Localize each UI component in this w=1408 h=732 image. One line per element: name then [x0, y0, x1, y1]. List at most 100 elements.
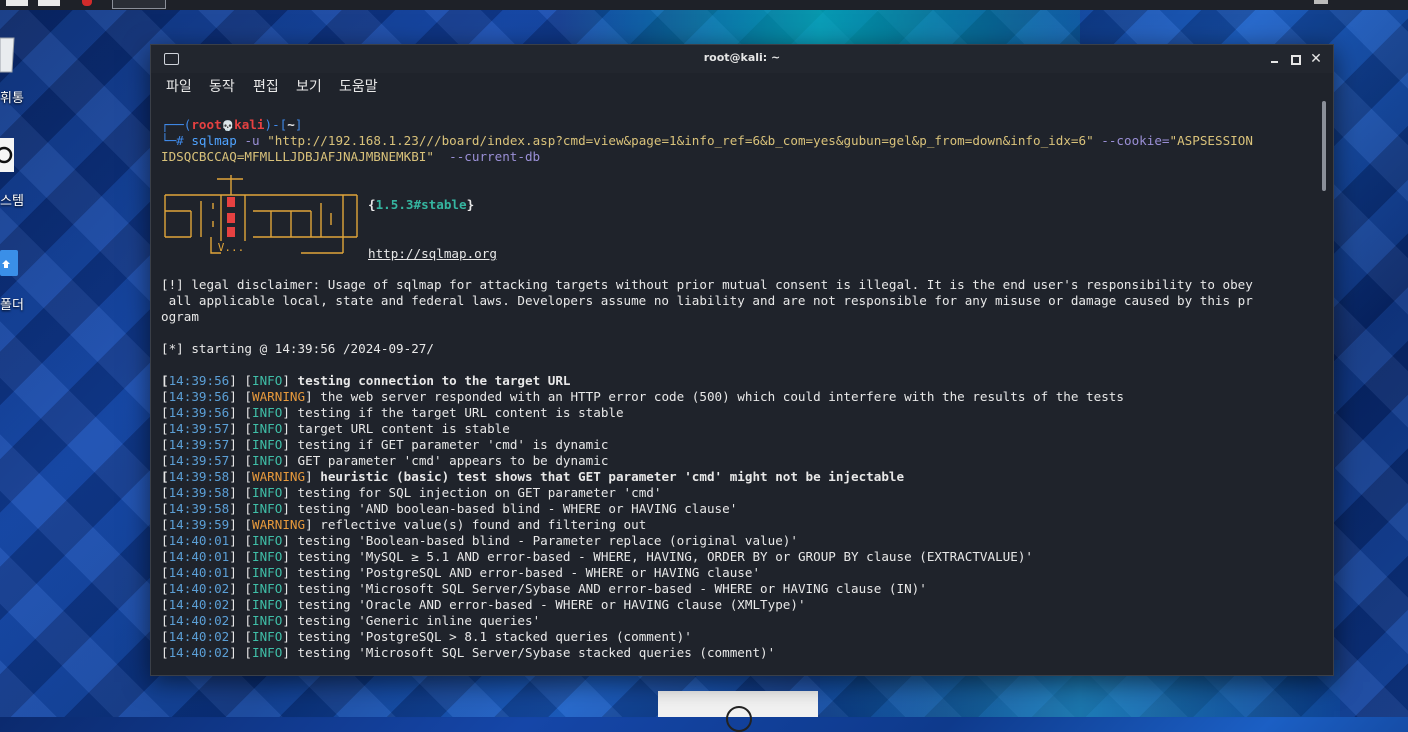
log-timestamp: 14:39:56 [168, 405, 230, 420]
panel-app-icon[interactable] [38, 0, 60, 6]
command-program: sqlmap [191, 133, 237, 148]
disclaimer-line: ogram [161, 309, 199, 324]
sqlmap-version: 1.5.3#stable [375, 197, 467, 212]
top-panel [0, 0, 1408, 10]
log-timestamp: 14:39:59 [168, 517, 230, 532]
log-timestamp: 14:39:57 [168, 421, 230, 436]
log-message: testing connection to the target URL [297, 373, 571, 388]
log-timestamp: 14:40:02 [168, 581, 230, 596]
menu-action[interactable]: 동작 [209, 76, 235, 96]
log-level: WARNING [252, 517, 306, 532]
log-message: testing 'Microsoft SQL Server/Sybase sta… [297, 645, 776, 660]
menu-help[interactable]: 도움말 [339, 76, 378, 96]
log-line: [14:39:57] [INFO] testing if GET paramet… [161, 437, 609, 452]
command-option: -u [244, 133, 260, 148]
log-message: testing 'Oracle AND error-based - WHERE … [297, 597, 806, 612]
log-line: [14:39:56] [WARNING] the web server resp… [161, 389, 1124, 404]
log-timestamp: 14:40:02 [168, 613, 230, 628]
log-timestamp: 14:39:58 [168, 501, 230, 516]
log-level: INFO [252, 565, 283, 580]
panel-active-task[interactable] [112, 0, 166, 9]
log-line: [14:40:02] [INFO] testing 'Microsoft SQL… [161, 645, 776, 660]
log-level: INFO [252, 501, 283, 516]
log-message: testing 'PostgreSQL > 8.1 stacked querie… [297, 629, 692, 644]
window-title: root@kali: ~ [703, 51, 781, 64]
menu-edit[interactable]: 편집 [253, 76, 279, 96]
log-timestamp: 14:39:56 [168, 373, 230, 388]
log-message: testing 'AND boolean-based blind - WHERE… [297, 501, 738, 516]
maximize-button[interactable] [1287, 51, 1303, 67]
desktop-icon-label: 스템 [0, 194, 24, 209]
log-message: testing if the target URL content is sta… [297, 405, 624, 420]
menu-file[interactable]: 파일 [166, 76, 192, 96]
log-timestamp: 14:40:02 [168, 629, 230, 644]
command-url: "http://192.168.1.23///board/index.asp?c… [267, 133, 1094, 148]
log-line: [14:39:59] [WARNING] reflective value(s)… [161, 517, 647, 532]
log-level: INFO [252, 421, 283, 436]
log-message: testing 'MySQL ≥ 5.1 AND error-based - W… [297, 549, 1033, 564]
log-line: [14:39:56] [INFO] testing connection to … [161, 373, 571, 388]
panel-menu-icon[interactable] [6, 0, 28, 6]
bottom-popup[interactable] [658, 691, 818, 732]
log-message: testing 'Boolean-based blind - Parameter… [297, 533, 798, 548]
log-level: INFO [252, 437, 283, 452]
log-message: testing 'Generic inline queries' [297, 613, 541, 628]
log-timestamp: 14:40:02 [168, 597, 230, 612]
log-timestamp: 14:39:57 [168, 453, 230, 468]
log-message: reflective value(s) found and filtering … [320, 517, 647, 532]
log-level: INFO [252, 405, 283, 420]
log-message: GET parameter 'cmd' appears to be dynami… [297, 453, 609, 468]
log-line: [14:40:02] [INFO] testing 'Microsoft SQL… [161, 581, 927, 596]
command-option: --cookie= [1101, 133, 1170, 148]
command-option: --current-db [449, 149, 541, 164]
log-timestamp: 14:39:58 [168, 469, 230, 484]
log-line: [14:39:58] [INFO] testing for SQL inject… [161, 485, 662, 500]
log-line: [14:39:57] [INFO] GET parameter 'cmd' ap… [161, 453, 609, 468]
prompt-frame: ┌──( [161, 117, 192, 132]
window-titlebar[interactable]: root@kali: ~ ✕ [151, 45, 1333, 73]
folder-icon[interactable] [0, 248, 40, 282]
log-level: INFO [252, 373, 283, 388]
log-line: [14:40:02] [INFO] testing 'PostgreSQL > … [161, 629, 692, 644]
minimize-button[interactable] [1267, 51, 1283, 67]
version-line: {1.5.3#stable} [368, 197, 475, 212]
log-level: INFO [252, 549, 283, 564]
menu-bar: 파일 동작 편집 보기 도움말 [151, 73, 1333, 99]
command-cookie: IDSQCBCCAQ=MFMLLLJDBJAFJNAJMBNEMKBI" [161, 149, 434, 164]
panel-tray-icon[interactable] [1314, 0, 1328, 4]
terminal-window: root@kali: ~ ✕ 파일 동작 편집 보기 도움말 ┌──(root💀… [150, 44, 1334, 676]
log-level: INFO [252, 645, 283, 660]
command-cookie: "ASPSESSION [1169, 133, 1253, 148]
disclaimer-line: [!] legal disclaimer: Usage of sqlmap fo… [161, 277, 1253, 292]
circle-icon [726, 706, 752, 732]
prompt-user: root [191, 117, 222, 132]
menu-view[interactable]: 보기 [296, 76, 322, 96]
prompt-frame: ] [294, 117, 303, 132]
log-line: [14:40:02] [INFO] testing 'Oracle AND er… [161, 597, 806, 612]
log-timestamp: 14:39:57 [168, 437, 230, 452]
log-level: INFO [252, 597, 283, 612]
log-line: [14:39:56] [INFO] testing if the target … [161, 405, 624, 420]
sqlmap-logo: V... [161, 165, 361, 261]
log-level: INFO [252, 453, 283, 468]
log-level: INFO [252, 613, 283, 628]
log-line: [14:39:58] [WARNING] heuristic (basic) t… [161, 469, 905, 484]
log-timestamp: 14:39:58 [168, 485, 230, 500]
system-icon[interactable] [0, 138, 40, 176]
log-lines: [14:39:56] [INFO] testing connection to … [161, 373, 1321, 663]
trash-icon[interactable] [0, 34, 40, 78]
log-message: testing 'PostgreSQL AND error-based - WH… [297, 565, 761, 580]
prompt-line: ┌──(root💀kali)-[~] [161, 117, 302, 133]
prompt-hash: └─# [161, 133, 184, 148]
close-button[interactable]: ✕ [1308, 51, 1324, 67]
desktop-icon-label: 휘통 [0, 91, 24, 106]
starting-line: [*] starting @ 14:39:56 /2024-09-27/ [161, 341, 434, 356]
sqlmap-link[interactable]: http://sqlmap.org [368, 246, 497, 262]
panel-app-icon[interactable] [82, 0, 92, 6]
log-level: INFO [252, 581, 283, 596]
log-timestamp: 14:40:02 [168, 645, 230, 660]
scrollbar[interactable] [1322, 101, 1326, 191]
log-level: INFO [252, 485, 283, 500]
command-line-wrap: IDSQCBCCAQ=MFMLLLJDBJAFJNAJMBNEMKBI" --c… [161, 149, 540, 165]
terminal-output[interactable]: ┌──(root💀kali)-[~] └─# sqlmap -u "http:/… [161, 115, 1321, 667]
